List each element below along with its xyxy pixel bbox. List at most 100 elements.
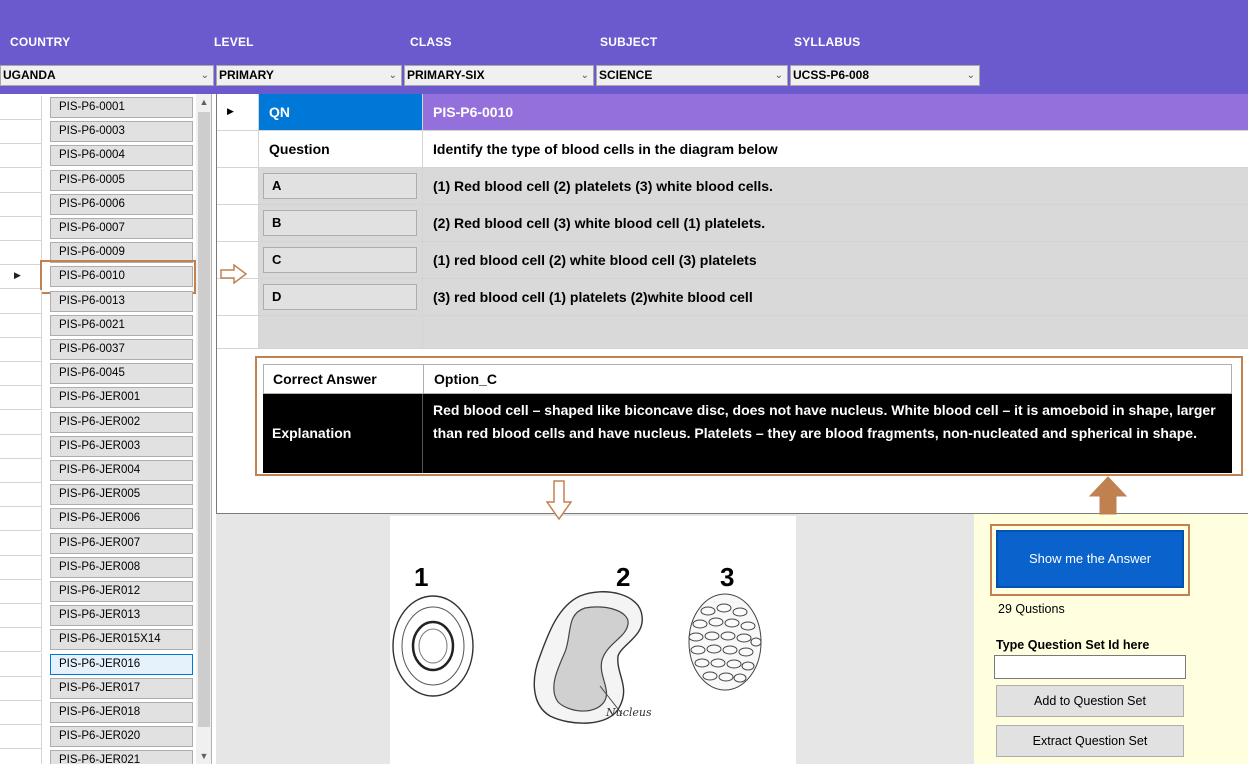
list-item[interactable]: PIS-P6-0006 [50,194,193,215]
list-scrollbar[interactable]: ▲ ▼ [196,94,211,764]
list-item[interactable]: PIS-P6-JER015X14 [50,629,193,650]
side-panel: Show me the Answer 29 Qustions Type Ques… [974,514,1248,764]
list-row-header[interactable] [0,653,42,677]
list-row-header[interactable] [0,96,42,120]
option-b-button[interactable]: B [263,210,417,236]
list-row-header[interactable] [0,604,42,628]
explanation-row: Explanation Red blood cell – shaped like… [263,394,1232,473]
extract-question-set-button[interactable]: Extract Question Set [996,725,1184,757]
list-item[interactable]: PIS-P6-0045 [50,363,193,384]
qn-row[interactable]: ▶ QN PIS-P6-0010 [217,94,1248,131]
list-row-header[interactable] [0,556,42,580]
scroll-down-icon[interactable]: ▼ [196,748,211,764]
empty-row[interactable] [217,316,1248,349]
country-select[interactable]: UGANDA ⌄ [0,65,214,86]
list-row-header[interactable] [0,701,42,725]
list-row-header[interactable] [0,532,42,556]
list-row-header[interactable] [0,169,42,193]
scroll-thumb[interactable] [198,112,210,727]
list-row-header[interactable] [0,628,42,652]
syllabus-label: SYLLABUS [794,35,861,49]
platelets-drawing [688,593,762,691]
chevron-down-icon: ⌄ [580,70,589,81]
list-item[interactable]: PIS-P6-JER013 [50,605,193,626]
option-a-text: (1) Red blood cell (2) platelets (3) whi… [423,168,1248,204]
list-item[interactable]: PIS-P6-JER006 [50,508,193,529]
list-row-header[interactable] [0,483,42,507]
question-count: 29 Qustions [998,602,1065,616]
subject-value: SCIENCE [599,68,653,82]
list-item[interactable]: PIS-P6-0021 [50,315,193,336]
option-a-button[interactable]: A [263,173,417,199]
list-item[interactable]: PIS-P6-JER018 [50,702,193,723]
option-d-button[interactable]: D [263,284,417,310]
list-row-header[interactable] [0,386,42,410]
list-item[interactable]: PIS-P6-0003 [50,121,193,142]
list-item[interactable]: PIS-P6-0007 [50,218,193,239]
white-blood-cell-drawing: Nucleus [533,591,652,724]
row-header[interactable] [217,168,259,204]
list-row-header[interactable] [0,725,42,749]
list-row-header[interactable] [0,677,42,701]
list-row-header[interactable] [0,459,42,483]
option-row-d[interactable]: D (3) red blood cell (1) platelets (2)wh… [217,279,1248,316]
list-row-header[interactable] [0,507,42,531]
syllabus-value: UCSS-P6-008 [793,68,870,82]
option-row-b[interactable]: B (2) Red blood cell (3) white blood cel… [217,205,1248,242]
list-item[interactable]: PIS-P6-JER004 [50,460,193,481]
list-row-header[interactable]: ▶ [0,265,42,289]
row-header[interactable] [217,279,259,315]
class-select[interactable]: PRIMARY-SIX ⌄ [404,65,594,86]
add-to-question-set-button[interactable]: Add to Question Set [996,685,1184,717]
question-list[interactable]: ▲ ▼ PIS-P6-0001 PIS-P6-0003 PIS-P6-0004 PIS… [0,94,212,764]
row-header[interactable] [217,131,259,167]
level-select[interactable]: PRIMARY ⌄ [216,65,402,86]
row-header[interactable]: ▶ [217,94,259,130]
list-item[interactable]: PIS-P6-0013 [50,291,193,312]
list-row-header[interactable] [0,435,42,459]
question-text: Identify the type of blood cells in the … [433,141,778,157]
class-value: PRIMARY-SIX [407,68,485,82]
list-item[interactable]: PIS-P6-0004 [50,145,193,166]
list-item[interactable]: PIS-P6-JER021 [50,750,193,764]
row-header[interactable] [217,316,259,348]
list-row-header[interactable] [0,193,42,217]
list-row-header[interactable] [0,338,42,362]
list-item[interactable]: PIS-P6-JER012 [50,581,193,602]
list-item[interactable]: PIS-P6-JER003 [50,436,193,457]
list-item[interactable]: PIS-P6-JER008 [50,557,193,578]
selected-item-highlight [40,260,196,294]
list-item[interactable]: PIS-P6-JER001 [50,387,193,408]
option-row-a[interactable]: A (1) Red blood cell (2) platelets (3) w… [217,168,1248,205]
list-item[interactable]: PIS-P6-JER005 [50,484,193,505]
list-row-header[interactable] [0,314,42,338]
list-item[interactable]: PIS-P6-0005 [50,170,193,191]
subject-select[interactable]: SCIENCE ⌄ [596,65,788,86]
scroll-up-icon[interactable]: ▲ [196,94,211,110]
question-set-input[interactable] [994,655,1186,679]
list-row-header[interactable] [0,241,42,265]
list-row-header[interactable] [0,411,42,435]
list-row-header[interactable] [0,580,42,604]
option-row-c[interactable]: C (1) red blood cell (2) white blood cel… [217,242,1248,279]
list-row-header[interactable] [0,217,42,241]
list-item[interactable]: PIS-P6-0037 [50,339,193,360]
syllabus-select[interactable]: UCSS-P6-008 ⌄ [790,65,980,86]
list-item[interactable]: PIS-P6-0001 [50,97,193,118]
list-row-header[interactable] [0,120,42,144]
list-row-header[interactable] [0,362,42,386]
list-item[interactable]: PIS-P6-JER007 [50,533,193,554]
list-item[interactable]: PIS-P6-JER017 [50,678,193,699]
list-item[interactable]: PIS-P6-JER002 [50,412,193,433]
list-row-header[interactable] [0,290,42,314]
list-row-header[interactable] [0,144,42,168]
question-row[interactable]: Question Identify the type of blood cell… [217,131,1248,168]
row-header[interactable] [217,205,259,241]
show-answer-button[interactable]: Show me the Answer [996,530,1184,588]
option-c-button[interactable]: C [263,247,417,273]
list-row-header[interactable] [0,749,42,764]
answer-panel: Correct Answer Option_C Explanation Red … [255,356,1243,476]
list-item[interactable]: PIS-P6-JER020 [50,726,193,747]
list-item[interactable]: PIS-P6-JER016 [50,654,193,675]
nucleus-label: Nucleus [605,706,652,719]
